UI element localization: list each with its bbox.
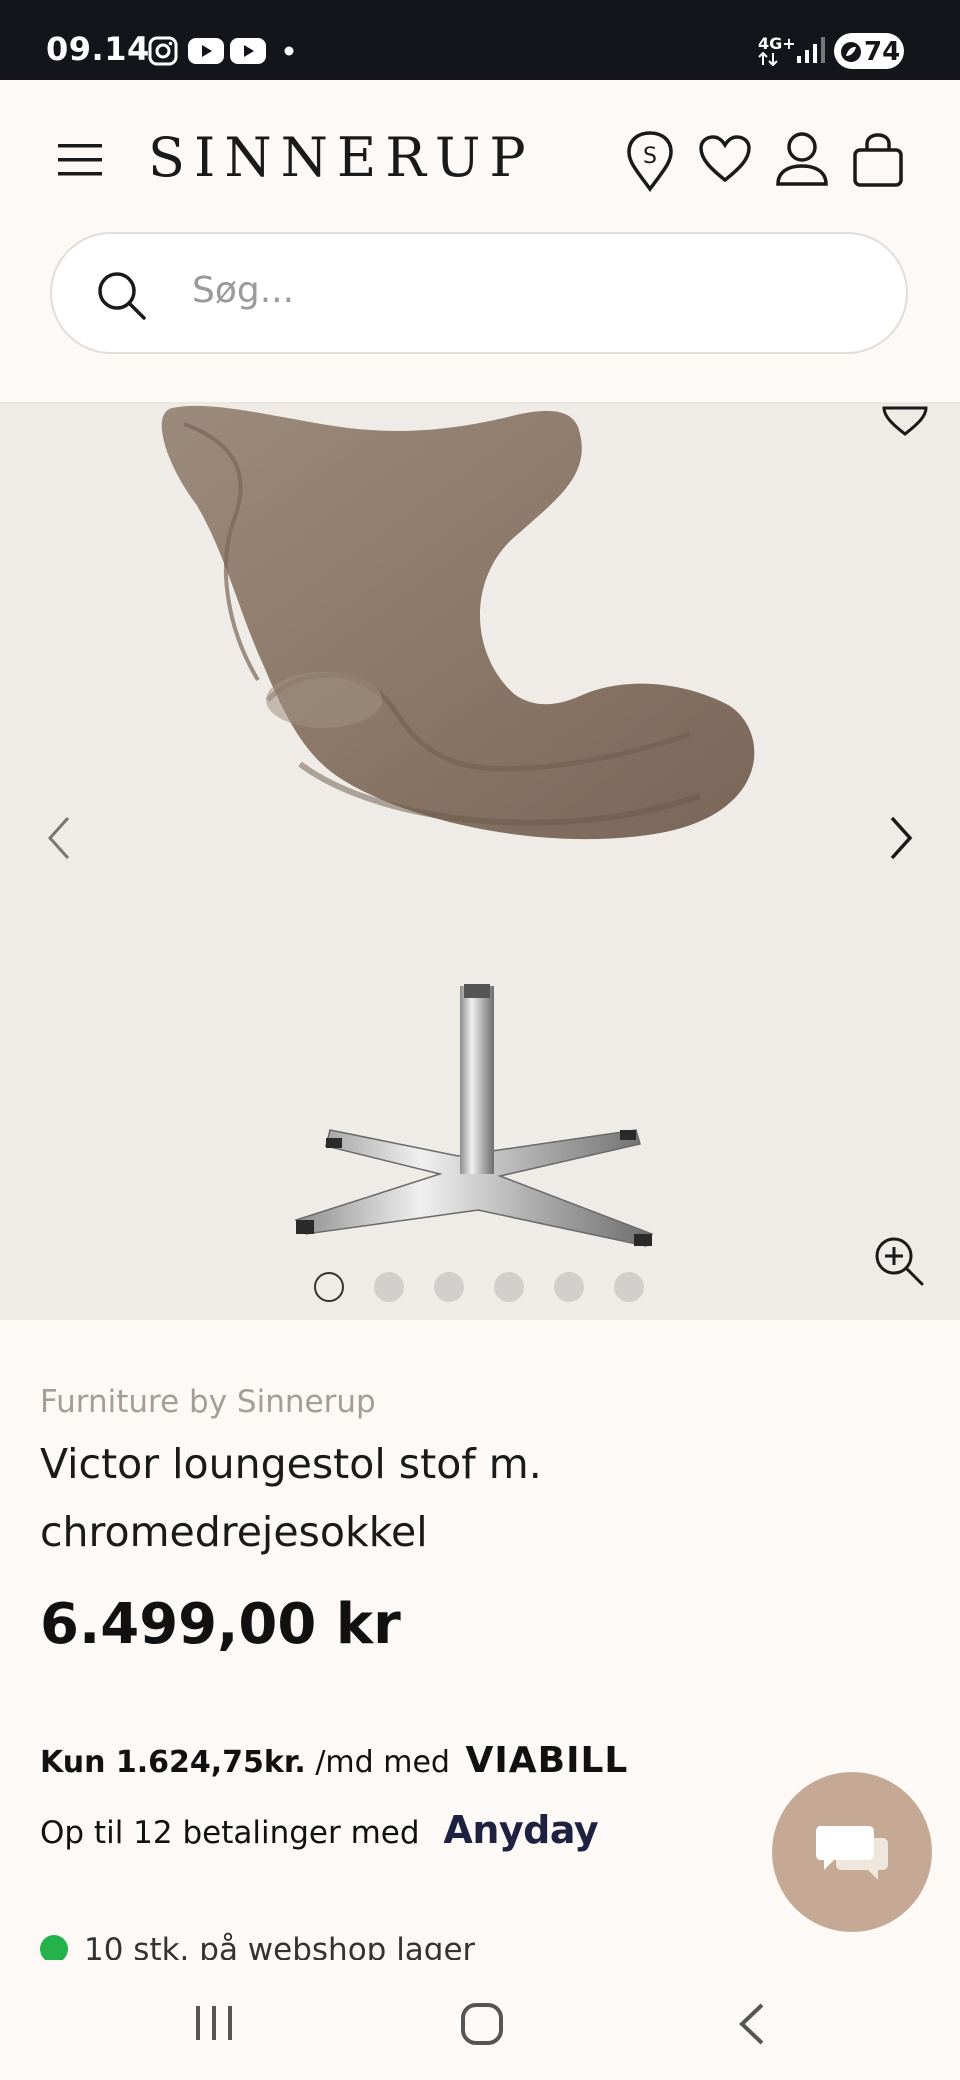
add-to-wishlist-icon[interactable] — [880, 404, 930, 438]
product-title-line1: Victor loungestol stof m. — [40, 1440, 542, 1488]
gallery-prev-icon[interactable] — [44, 814, 74, 862]
search-placeholder: Søg... — [192, 270, 295, 311]
product-image — [161, 405, 755, 1247]
battery-saver-icon — [841, 42, 861, 62]
youtube-icon — [188, 38, 224, 64]
youtube-icon — [230, 38, 266, 64]
search-input[interactable]: Søg... — [50, 232, 908, 354]
search-icon — [98, 272, 146, 320]
back-icon[interactable] — [736, 2002, 766, 2046]
battery-indicator: 74 — [834, 33, 904, 69]
gallery-next-icon[interactable] — [886, 814, 916, 862]
viabill-amount: Kun 1.624,75kr. — [40, 1745, 306, 1780]
product-vendor[interactable]: Furniture by Sinnerup — [40, 1384, 920, 1420]
data-arrows-icon — [758, 52, 778, 66]
gallery-dot-3[interactable] — [434, 1272, 464, 1302]
anyday-installment[interactable]: Op til 12 betalinger med Anyday — [40, 1808, 599, 1852]
status-bar: 09.14 4G+ 74 — [0, 0, 960, 80]
brand-logo[interactable]: SINNERUP — [148, 126, 535, 189]
zoom-icon[interactable] — [874, 1236, 926, 1288]
battery-level: 74 — [864, 37, 901, 67]
dot-icon — [284, 46, 294, 56]
anyday-logo: Anyday — [443, 1808, 599, 1852]
gallery-dot-5[interactable] — [554, 1272, 584, 1302]
gallery-dot-1[interactable] — [314, 1272, 344, 1302]
menu-icon[interactable] — [58, 142, 102, 178]
anyday-text: Op til 12 betalinger med — [40, 1815, 420, 1851]
network-label: 4G+ — [758, 34, 796, 53]
signal-icon — [797, 37, 825, 63]
viabill-installment[interactable]: Kun 1.624,75kr. /md med VIABILL — [40, 1740, 628, 1781]
viabill-logo: VIABILL — [465, 1740, 629, 1781]
recent-apps-icon[interactable] — [194, 2004, 234, 2042]
viabill-suffix: /md med — [315, 1745, 450, 1780]
stock-text: 10 stk. på webshop lager — [84, 1932, 476, 1960]
status-time: 09.14 — [46, 30, 150, 68]
product-title-line2: chromedrejesokkel — [40, 1508, 428, 1556]
stock-status: 10 stk. på webshop lager — [40, 1932, 475, 1960]
home-icon[interactable] — [460, 2002, 504, 2046]
svg-text:S: S — [643, 144, 657, 169]
gallery-dot-6[interactable] — [614, 1272, 644, 1302]
account-icon[interactable] — [774, 130, 830, 188]
product-info: Furniture by Sinnerup Victor loungestol … — [40, 1384, 920, 1657]
gallery-dot-2[interactable] — [374, 1272, 404, 1302]
gallery-dot-4[interactable] — [494, 1272, 524, 1302]
product-gallery[interactable] — [0, 404, 960, 1320]
chat-button[interactable] — [772, 1772, 932, 1932]
product-price: 6.499,00 kr — [40, 1592, 401, 1657]
system-nav-bar — [0, 1962, 960, 2080]
wishlist-icon[interactable] — [698, 134, 752, 184]
instagram-icon — [148, 36, 178, 66]
product-title: Victor loungestol stof m. chromedrejesok… — [40, 1430, 920, 1566]
store-locator-icon[interactable]: S — [626, 130, 674, 192]
stock-indicator-dot — [40, 1935, 68, 1960]
chat-icon — [816, 1826, 888, 1880]
cart-icon[interactable] — [852, 132, 904, 188]
